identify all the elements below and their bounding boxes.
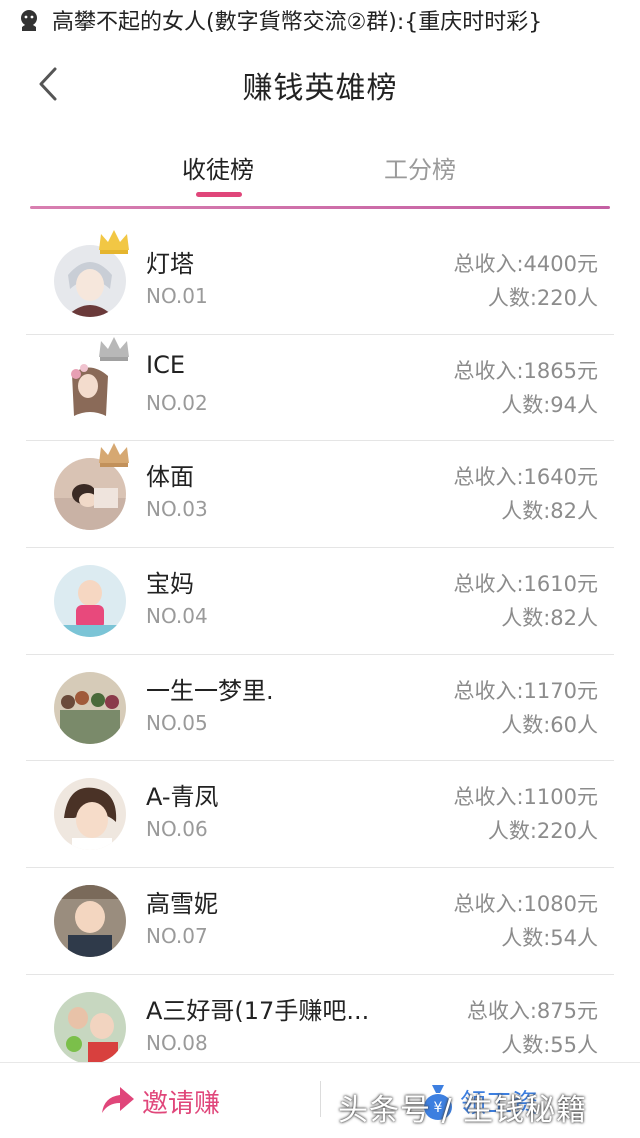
- rank-label: NO.05: [146, 710, 208, 735]
- total-income: 总收入:875元: [466, 998, 598, 1023]
- people-count: 人数:94人: [501, 392, 598, 417]
- people-count: 人数:55人: [501, 1032, 598, 1057]
- people-count: 人数:220人: [487, 819, 598, 844]
- leaderboard-list: 灯塔 NO.01 总收入:4400元 人数:220人 ICE NO.02 总收入…: [0, 228, 640, 1082]
- people-count: 人数:82人: [501, 606, 598, 631]
- rank-label: NO.08: [146, 1030, 208, 1055]
- total-income: 总收入:1610元: [453, 572, 598, 597]
- people-count: 人数:82人: [501, 499, 598, 524]
- avatar: [54, 885, 126, 958]
- tab-bar: 收徒榜 工分榜: [0, 140, 640, 206]
- rank-label: NO.03: [146, 497, 208, 522]
- user-name: 一生一梦里.: [146, 676, 274, 705]
- watermark: 头条号 / 生钱秘籍: [338, 1093, 588, 1128]
- silver-crown-icon: [99, 336, 129, 361]
- total-income: 总收入:1100元: [453, 785, 598, 810]
- rank-label: NO.06: [146, 817, 208, 842]
- invite-earn-button[interactable]: 邀请赚: [98, 1077, 220, 1125]
- user-name: 高雪妮: [146, 890, 218, 919]
- user-name: A-青凤: [146, 783, 219, 812]
- rank-label: NO.04: [146, 604, 208, 629]
- people-count: 人数:220人: [487, 286, 598, 310]
- tabs-divider: [30, 206, 610, 209]
- bottom-action-bar: 邀请赚 ¥ 领工资 头条号 / 生钱秘籍: [0, 1062, 640, 1138]
- back-button[interactable]: [28, 62, 68, 106]
- tab-workpoint-ranking[interactable]: 工分榜: [384, 150, 456, 185]
- leaderboard-row-7[interactable]: 高雪妮 NO.07 总收入:1080元 人数:54人: [26, 868, 614, 975]
- rank-label: NO.01: [146, 284, 208, 308]
- people-count: 人数:60人: [501, 712, 598, 737]
- total-income: 总收入:1865元: [453, 358, 598, 383]
- user-name: 体面: [146, 463, 194, 492]
- page-title: 赚钱英雄榜: [242, 71, 398, 106]
- invite-earn-label: 邀请赚: [142, 1088, 221, 1119]
- avatar: [54, 671, 126, 744]
- bottom-bar-divider: [320, 1081, 321, 1117]
- avatar: [54, 565, 126, 638]
- chat-bubble-icon: [21, 10, 37, 31]
- user-name: A三好哥(17手赚吧...: [146, 996, 370, 1025]
- chevron-left-icon: [39, 67, 57, 101]
- leaderboard-row-6[interactable]: A-青凤 NO.06 总收入:1100元 人数:220人: [26, 761, 614, 869]
- leaderboard-row-1[interactable]: 灯塔 NO.01 总收入:4400元 人数:220人: [26, 228, 614, 335]
- avatar: [54, 991, 126, 1064]
- notification-text: 高攀不起的女人(數字貨幣交流②群):{重庆时时彩}: [52, 10, 543, 35]
- share-arrow-icon: [102, 1087, 134, 1113]
- user-name: ICE: [146, 350, 185, 379]
- bronze-crown-icon: [99, 443, 129, 468]
- total-income: 总收入:4400元: [453, 252, 598, 276]
- tab-apprentice-ranking[interactable]: 收徒榜: [182, 150, 254, 185]
- user-name: 宝妈: [146, 570, 194, 599]
- rank-label: NO.07: [146, 924, 208, 949]
- active-tab-indicator: [196, 192, 242, 197]
- people-count: 人数:54人: [501, 926, 598, 951]
- rank-label: NO.02: [146, 390, 208, 415]
- header: 赚钱英雄榜: [0, 50, 640, 120]
- leaderboard-row-3[interactable]: 体面 NO.03 总收入:1640元 人数:82人: [26, 441, 614, 549]
- gold-crown-icon: [99, 230, 129, 254]
- user-name: 灯塔: [146, 250, 194, 278]
- leaderboard-row-4[interactable]: 宝妈 NO.04 总收入:1610元 人数:82人: [26, 548, 614, 655]
- total-income: 总收入:1080元: [453, 892, 598, 917]
- total-income: 总收入:1170元: [453, 678, 598, 703]
- leaderboard-row-2[interactable]: ICE NO.02 总收入:1865元 人数:94人: [26, 335, 614, 442]
- total-income: 总收入:1640元: [453, 465, 598, 490]
- avatar: [54, 778, 126, 851]
- leaderboard-row-5[interactable]: 一生一梦里. NO.05 总收入:1170元 人数:60人: [26, 655, 614, 762]
- notification-bar[interactable]: 高攀不起的女人(數字貨幣交流②群):{重庆时时彩}: [0, 0, 640, 40]
